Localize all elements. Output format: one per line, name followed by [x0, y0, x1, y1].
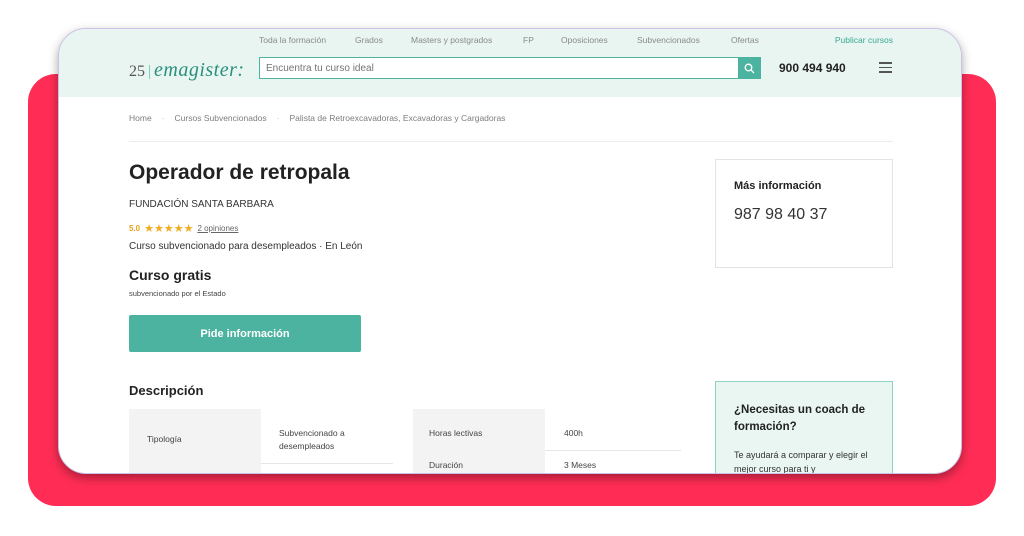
- request-info-button[interactable]: Pide información: [129, 315, 361, 352]
- more-info-box: Más información 987 98 40 37: [715, 159, 893, 268]
- price-label: Curso gratis: [129, 267, 212, 283]
- browser-window: Toda la formación Grados Masters y postg…: [58, 28, 962, 474]
- rating: 5.0 ★★★★★ 2 opiniones: [129, 222, 238, 235]
- page-title: Operador de retropala: [129, 161, 350, 184]
- nav-item-subvencionados[interactable]: Subvencionados: [637, 35, 700, 45]
- stage: Toda la formación Grados Masters y postg…: [0, 0, 1024, 536]
- publish-courses-link[interactable]: Publicar cursos: [835, 35, 893, 45]
- breadcrumb-current[interactable]: Palista de Retroexcavadoras, Excavadoras…: [290, 113, 506, 123]
- nav-item-ofertas[interactable]: Ofertas: [731, 35, 759, 45]
- rating-score: 5.0: [129, 224, 141, 233]
- nav-item-masters[interactable]: Masters y postgrados: [411, 35, 492, 45]
- search-input[interactable]: [260, 58, 738, 78]
- table-label-horas: Horas lectivas: [429, 428, 483, 438]
- divider: [129, 141, 893, 142]
- table-value-tipologia: Subvencionado a desempleados: [279, 428, 345, 451]
- table-label-duracion: Duración: [429, 460, 464, 470]
- breadcrumb-separator: ·: [161, 113, 165, 123]
- site-header: Toda la formación Grados Masters y postg…: [59, 29, 961, 97]
- breadcrumb-subvencionados[interactable]: Cursos Subvencionados: [175, 113, 267, 123]
- nav-item-fp[interactable]: FP: [523, 35, 534, 45]
- breadcrumb-home[interactable]: Home: [129, 113, 152, 123]
- search-icon: [744, 63, 754, 73]
- star-icons: ★★★★★: [144, 223, 194, 235]
- coach-box: ¿Necesitas un coach de formación? Te ayu…: [715, 381, 893, 474]
- breadcrumb-separator: ·: [276, 113, 280, 123]
- coach-text: Te ayudará a comparar y elegir el mejor …: [734, 450, 868, 474]
- description-heading: Descripción: [129, 383, 204, 398]
- table-divider: [545, 450, 681, 451]
- table-divider: [261, 463, 393, 464]
- opinions-link[interactable]: 2 opiniones: [197, 224, 238, 233]
- nav-item-toda-formacion[interactable]: Toda la formación: [259, 35, 326, 45]
- nav-item-oposiciones[interactable]: Oposiciones: [561, 35, 608, 45]
- course-summary: Curso subvencionado para desempleados · …: [129, 241, 363, 252]
- breadcrumb: Home · Cursos Subvencionados · Palista de Re…: [129, 113, 515, 123]
- price-subtitle: subvencionado por el Estado: [129, 289, 226, 298]
- nav-item-grados[interactable]: Grados: [355, 35, 383, 45]
- table-value-duracion: 3 Meses: [564, 460, 597, 470]
- logo-text: emagister:: [154, 59, 245, 81]
- more-info-title: Más información: [734, 180, 822, 192]
- top-nav: Toda la formación Grados Masters y postg…: [259, 35, 891, 49]
- logo[interactable]: 25 emagister:: [129, 59, 245, 85]
- table-value-horas: 400h: [564, 428, 583, 438]
- header-phone[interactable]: 900 494 940: [779, 61, 846, 75]
- search-button[interactable]: [738, 58, 760, 78]
- table-label-tipologia: Tipología: [147, 434, 182, 444]
- center-name[interactable]: FUNDACIÓN SANTA BARBARA: [129, 199, 274, 210]
- course-details-table: Tipología Subvencionado a desempleados H…: [129, 409, 681, 473]
- logo-divider: [149, 65, 150, 79]
- logo-number: 25: [129, 63, 145, 80]
- more-info-phone[interactable]: 987 98 40 37: [734, 206, 827, 224]
- menu-icon[interactable]: [879, 62, 892, 73]
- coach-title: ¿Necesitas un coach de formación?: [734, 404, 866, 433]
- search-bar: [259, 57, 761, 79]
